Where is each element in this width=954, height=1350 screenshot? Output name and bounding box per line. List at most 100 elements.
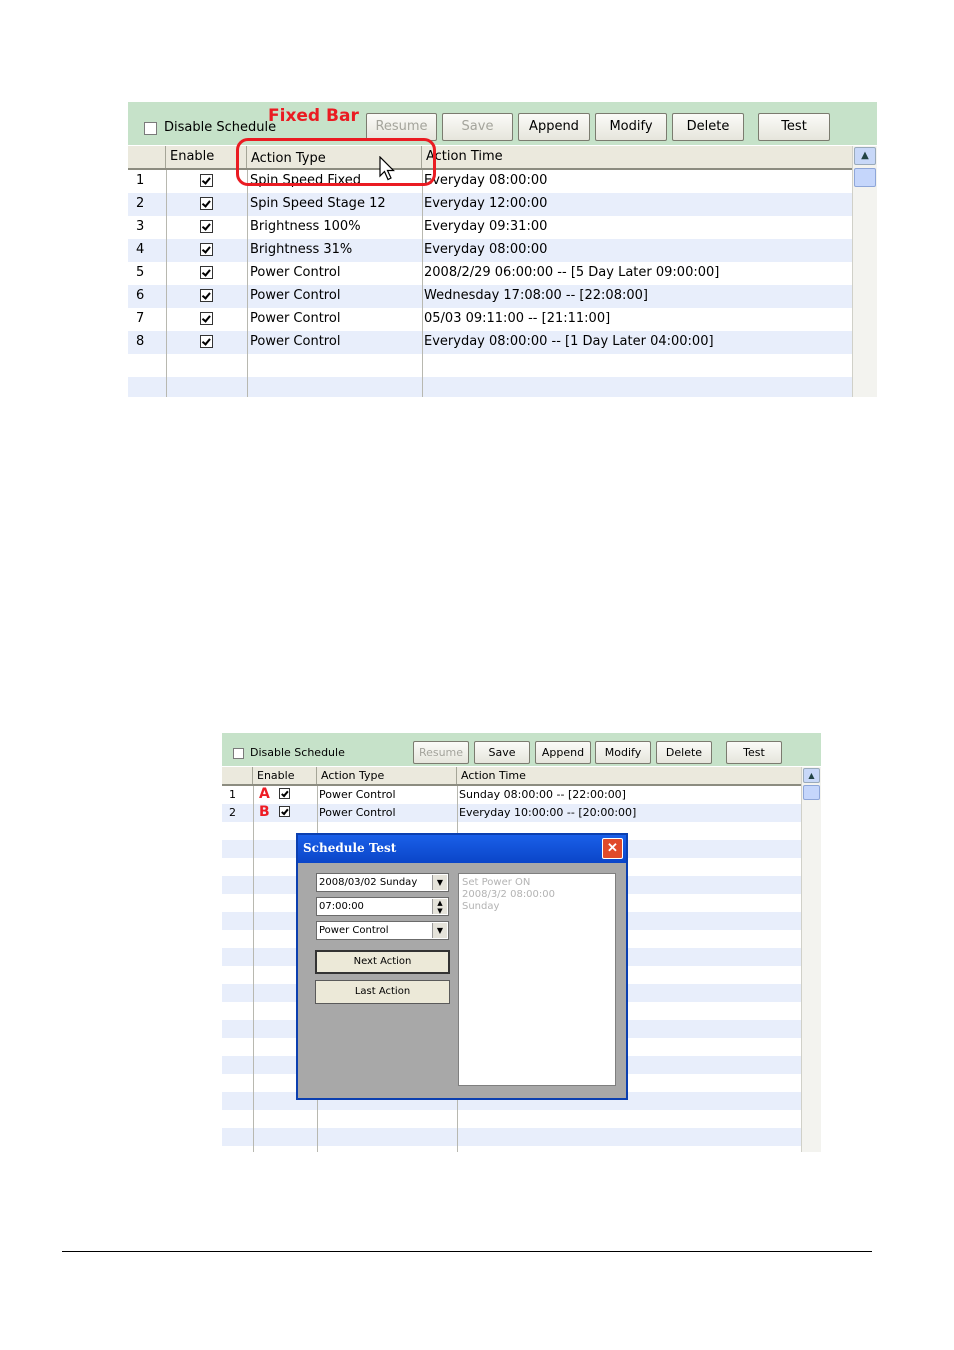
schedule-panel-fixed-bar: Disable Schedule Resume Save Append Modi… <box>128 102 877 397</box>
dialog-title: Schedule Test <box>303 841 397 855</box>
row-enable-checkbox[interactable] <box>200 312 213 325</box>
log-line: Set Power ON <box>462 877 531 888</box>
row-action-time: Wednesday 17:08:00 -- [22:08:00] <box>424 288 648 303</box>
header-number <box>222 767 253 784</box>
row-number: 2 <box>136 196 145 211</box>
chevron-down-icon[interactable]: ▼ <box>432 923 447 938</box>
disable-schedule-checkbox[interactable] <box>233 748 244 759</box>
last-action-button[interactable]: Last Action <box>315 980 450 1004</box>
date-select[interactable]: 2008/03/02 Sunday ▼ <box>316 873 449 892</box>
row-action-time: Everyday 09:31:00 <box>424 219 548 234</box>
row-action-type: Power Control <box>319 806 396 819</box>
row-number: 1 <box>136 173 145 188</box>
column-divider <box>253 786 254 1152</box>
dialog-body: 2008/03/02 Sunday ▼ 07:00:00 ▲ ▼ Power Co… <box>298 863 626 1098</box>
row-action-time: Everyday 12:00:00 <box>424 196 548 211</box>
row-enable-checkbox[interactable] <box>279 788 290 799</box>
time-stepper-value: 07:00:00 <box>319 901 364 912</box>
column-divider <box>247 170 248 397</box>
test-button[interactable]: Test <box>758 113 830 141</box>
row-action-time: 2008/2/29 06:00:00 -- [5 Day Later 09:00… <box>424 265 720 280</box>
resume-button[interactable]: Resume <box>413 741 469 764</box>
row-action-type: Brightness 31% <box>250 242 353 257</box>
resume-button[interactable]: Resume <box>366 113 437 141</box>
row-action-type: Brightness 100% <box>250 219 361 234</box>
row-action-type: Power Control <box>250 265 341 280</box>
row-enable-checkbox[interactable] <box>200 197 213 210</box>
page-footer-rule <box>62 1251 872 1252</box>
row-action-time: Everyday 10:00:00 -- [20:00:00] <box>459 806 637 819</box>
disable-schedule-label: Disable Schedule <box>164 120 277 135</box>
header-enable[interactable]: Enable <box>166 146 247 168</box>
modify-button[interactable]: Modify <box>595 113 667 141</box>
column-divider <box>166 170 167 397</box>
row-number: 6 <box>136 288 145 303</box>
header-number <box>128 146 166 168</box>
fixed-bar-callout: Fixed Bar <box>268 106 359 126</box>
table-row-bg <box>128 377 852 397</box>
grid-header: Enable Action Type Action Time <box>222 767 802 786</box>
action-type-select-value: Power Control <box>319 925 389 936</box>
table-row-bg <box>222 1110 802 1128</box>
close-icon[interactable]: ✕ <box>602 838 623 859</box>
row-number: 5 <box>136 265 145 280</box>
append-button[interactable]: Append <box>518 113 590 141</box>
delete-button[interactable]: Delete <box>672 113 744 141</box>
vertical-scrollbar[interactable]: ▲ <box>852 146 877 397</box>
header-action-time[interactable]: Action Time <box>422 146 852 168</box>
chevron-down-icon[interactable]: ▼ <box>432 875 447 890</box>
header-action-type[interactable]: Action Type <box>317 767 457 784</box>
scroll-up-icon[interactable]: ▲ <box>854 147 876 165</box>
row-number: 7 <box>136 311 145 326</box>
header-enable[interactable]: Enable <box>253 767 317 784</box>
scroll-up-icon[interactable]: ▲ <box>803 768 820 783</box>
row-action-type: Power Control <box>250 288 341 303</box>
row-enable-checkbox[interactable] <box>200 335 213 348</box>
row-enable-checkbox[interactable] <box>279 806 290 817</box>
log-line: 2008/3/2 08:00:00 <box>462 889 556 900</box>
vertical-scrollbar[interactable]: ▲ <box>801 767 821 1152</box>
header-action-time[interactable]: Action Time <box>457 767 802 784</box>
delete-button[interactable]: Delete <box>656 741 712 764</box>
disable-schedule-checkbox[interactable] <box>144 122 157 135</box>
column-divider <box>422 170 423 397</box>
row-enable-checkbox[interactable] <box>200 174 213 187</box>
save-button[interactable]: Save <box>442 113 513 141</box>
row-action-type: Power Control <box>250 334 341 349</box>
dialog-title-bar[interactable]: Schedule Test ✕ <box>298 835 626 863</box>
row-number: 3 <box>136 219 145 234</box>
date-select-value: 2008/03/02 Sunday <box>319 877 418 888</box>
row-action-type: Power Control <box>250 311 341 326</box>
mouse-cursor-icon <box>379 156 395 181</box>
log-line: Sunday <box>462 901 500 912</box>
row-action-time: Everyday 08:00:00 -- [1 Day Later 04:00:… <box>424 334 714 349</box>
scroll-thumb[interactable] <box>854 168 876 187</box>
time-stepper[interactable]: 07:00:00 ▲ ▼ <box>316 897 449 916</box>
row-enable-checkbox[interactable] <box>200 243 213 256</box>
save-button[interactable]: Save <box>474 741 530 764</box>
row-marker: B <box>259 804 270 820</box>
modify-button[interactable]: Modify <box>595 741 651 764</box>
row-number: 1 <box>229 788 236 801</box>
table-row-bg <box>222 1128 802 1146</box>
row-enable-checkbox[interactable] <box>200 220 213 233</box>
test-result-log: Set Power ON 2008/3/2 08:00:00 Sunday <box>458 873 616 1086</box>
next-action-button[interactable]: Next Action <box>315 950 450 974</box>
row-number: 8 <box>136 334 145 349</box>
action-type-select[interactable]: Power Control ▼ <box>316 921 449 940</box>
row-action-time: Sunday 08:00:00 -- [22:00:00] <box>459 788 626 801</box>
row-action-type: Spin Speed Stage 12 <box>250 196 386 211</box>
table-row-bg <box>128 354 852 377</box>
disable-schedule-label: Disable Schedule <box>250 746 345 759</box>
row-action-time: Everyday 08:00:00 <box>424 242 548 257</box>
schedule-test-dialog: Schedule Test ✕ 2008/03/02 Sunday ▼ 07:0… <box>296 833 628 1100</box>
row-number: 2 <box>229 806 236 819</box>
scroll-thumb[interactable] <box>803 785 820 800</box>
row-enable-checkbox[interactable] <box>200 266 213 279</box>
row-enable-checkbox[interactable] <box>200 289 213 302</box>
spin-arrows-icon[interactable]: ▲ ▼ <box>432 899 447 915</box>
row-action-time: 05/03 09:11:00 -- [21:11:00] <box>424 311 611 326</box>
test-button[interactable]: Test <box>726 741 782 764</box>
append-button[interactable]: Append <box>535 741 591 764</box>
row-action-time: Everyday 08:00:00 <box>424 173 548 188</box>
